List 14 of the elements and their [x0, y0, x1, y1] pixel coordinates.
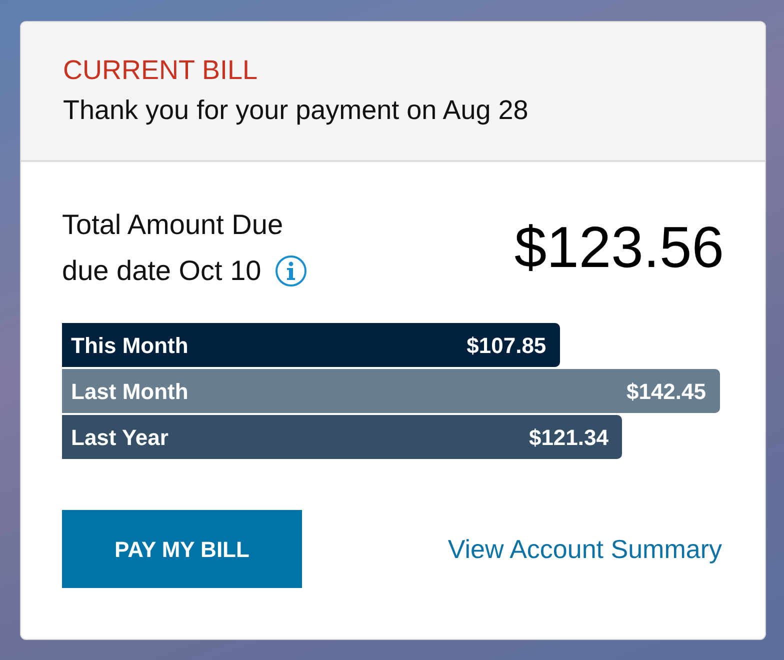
account-summary-link[interactable]: View Account Summary: [448, 530, 722, 568]
bar-label: Last Month: [71, 378, 188, 406]
info-icon[interactable]: [275, 255, 308, 287]
payment-message: Thank you for your payment on Aug 28: [63, 94, 530, 127]
card-title: CURRENT BILL: [63, 54, 259, 87]
total-amount: $123.56: [514, 214, 724, 282]
bar-value: $142.45: [626, 378, 706, 406]
bar-label: Last Year: [71, 424, 168, 452]
pay-bill-button[interactable]: PAY MY BILL: [62, 510, 302, 588]
bar-value: $121.34: [528, 424, 608, 452]
bar-label: This Month: [71, 332, 188, 360]
due-date: due date Oct 10: [62, 254, 262, 288]
bar-value: $107.85: [466, 332, 546, 360]
amount-label: Total Amount Due: [62, 208, 284, 242]
